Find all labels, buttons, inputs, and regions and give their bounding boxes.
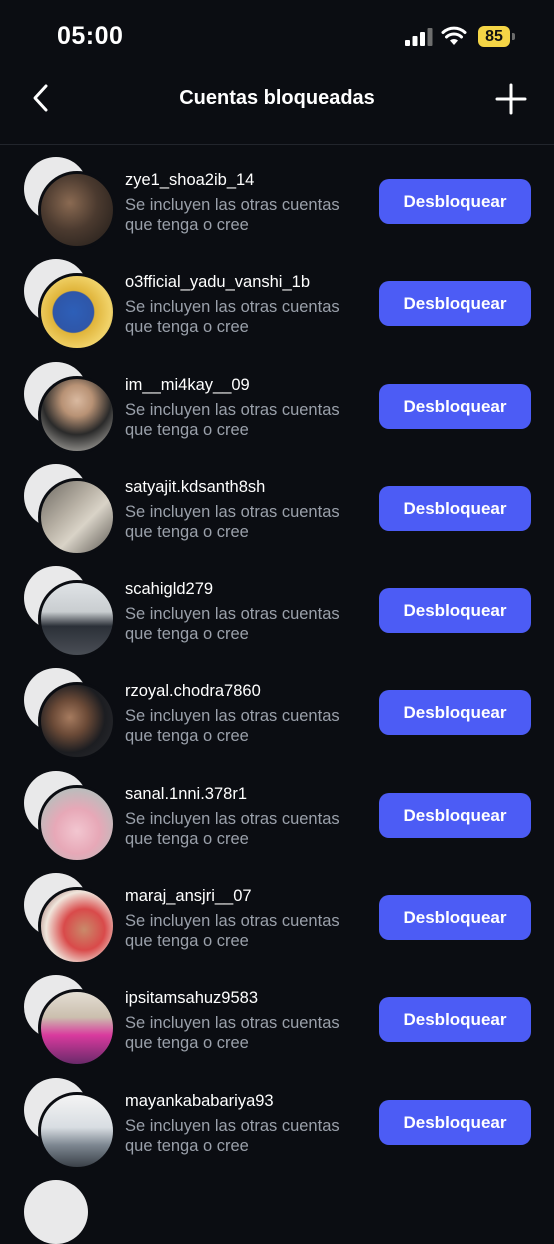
account-subtitle: Se incluyen las otras cuentas que tenga … — [125, 912, 340, 951]
battery-indicator: 85 — [478, 26, 510, 47]
avatar[interactable] — [24, 566, 116, 659]
avatar[interactable] — [24, 1077, 116, 1170]
status-time: 05:00 — [57, 22, 124, 50]
unblock-button[interactable]: Desbloquear — [379, 895, 531, 941]
account-subtitle: Se incluyen las otras cuentas que tenga … — [125, 605, 340, 644]
list-item: mayankababariya93 Se incluyen las otras … — [0, 1071, 554, 1173]
wifi-icon — [441, 26, 467, 45]
avatar[interactable] — [24, 259, 116, 352]
avatar-photo — [38, 682, 116, 761]
username[interactable]: mayankababariya93 — [125, 1092, 274, 1111]
unblock-button[interactable]: Desbloquear — [379, 485, 531, 531]
account-subtitle: Se incluyen las otras cuentas que tenga … — [125, 400, 340, 439]
avatar-photo — [38, 171, 116, 249]
unblock-button[interactable]: Desbloquear — [379, 792, 531, 838]
unblock-button[interactable]: Desbloquear — [379, 690, 531, 736]
username[interactable]: maraj_ansjri__07 — [125, 887, 252, 906]
avatar[interactable] — [24, 361, 116, 454]
list-item: o3fficial_yadu_vanshi_1b Se incluyen las… — [0, 252, 554, 354]
account-subtitle: Se incluyen las otras cuentas que tenga … — [125, 707, 340, 746]
avatar-photo — [38, 887, 116, 966]
blocked-accounts-list: zye1_shoa2ib_14 Se incluyen las otras cu… — [0, 150, 554, 1173]
list-item: satyajit.kdsanth8sh Se incluyen las otra… — [0, 457, 554, 559]
avatar[interactable] — [24, 463, 116, 556]
unblock-button[interactable]: Desbloquear — [379, 383, 531, 429]
page-title: Cuentas bloqueadas — [179, 87, 375, 109]
avatar-photo — [38, 580, 116, 659]
username[interactable]: rzoyal.chodra7860 — [125, 682, 261, 701]
unblock-button[interactable]: Desbloquear — [379, 1099, 531, 1145]
avatar[interactable] — [24, 770, 116, 863]
account-subtitle: Se incluyen las otras cuentas que tenga … — [125, 1116, 340, 1155]
account-subtitle: Se incluyen las otras cuentas que tenga … — [125, 1014, 340, 1053]
username[interactable]: o3fficial_yadu_vanshi_1b — [125, 273, 310, 292]
avatar-photo — [38, 273, 116, 352]
list-item: scahigld279 Se incluyen las otras cuenta… — [0, 559, 554, 661]
username[interactable]: im__mi4kay__09 — [125, 376, 250, 395]
avatar-photo — [38, 375, 116, 454]
username[interactable]: zye1_shoa2ib_14 — [125, 171, 254, 190]
battery-tip — [512, 33, 515, 40]
unblock-button[interactable]: Desbloquear — [379, 179, 531, 224]
avatar-placeholder — [24, 1180, 88, 1244]
account-subtitle: Se incluyen las otras cuentas que tenga … — [125, 298, 340, 337]
avatar[interactable] — [24, 975, 116, 1068]
username[interactable]: ipsitamsahuz9583 — [125, 989, 258, 1008]
list-item: rzoyal.chodra7860 Se incluyen las otras … — [0, 661, 554, 763]
avatar[interactable] — [24, 873, 116, 966]
status-bar: 05:00 85 — [0, 0, 554, 72]
unblock-button[interactable]: Desbloquear — [379, 997, 531, 1043]
avatar[interactable] — [24, 668, 116, 761]
avatar-photo — [38, 989, 116, 1068]
avatar-photo — [38, 784, 116, 863]
unblock-button[interactable]: Desbloquear — [379, 281, 531, 327]
list-item: zye1_shoa2ib_14 Se incluyen las otras cu… — [0, 150, 554, 252]
list-item: maraj_ansjri__07 Se incluyen las otras c… — [0, 866, 554, 968]
avatar-photo — [38, 1091, 116, 1170]
username[interactable]: satyajit.kdsanth8sh — [125, 478, 265, 497]
unblock-button[interactable]: Desbloquear — [379, 588, 531, 634]
list-item: sanal.1nni.378r1 Se incluyen las otras c… — [0, 764, 554, 866]
account-subtitle: Se incluyen las otras cuentas que tenga … — [125, 502, 340, 541]
list-item: ipsitamsahuz9583 Se incluyen las otras c… — [0, 968, 554, 1070]
username[interactable]: sanal.1nni.378r1 — [125, 785, 247, 804]
avatar[interactable] — [24, 157, 116, 249]
list-item: im__mi4kay__09 Se incluyen las otras cue… — [0, 355, 554, 457]
account-subtitle: Se incluyen las otras cuentas que tenga … — [125, 196, 340, 234]
plus-icon[interactable] — [494, 82, 528, 116]
header: Cuentas bloqueadas — [0, 72, 554, 145]
account-subtitle: Se incluyen las otras cuentas que tenga … — [125, 809, 340, 848]
username[interactable]: scahigld279 — [125, 580, 213, 599]
cellular-signal-icon — [405, 28, 433, 46]
avatar-photo — [38, 477, 116, 556]
